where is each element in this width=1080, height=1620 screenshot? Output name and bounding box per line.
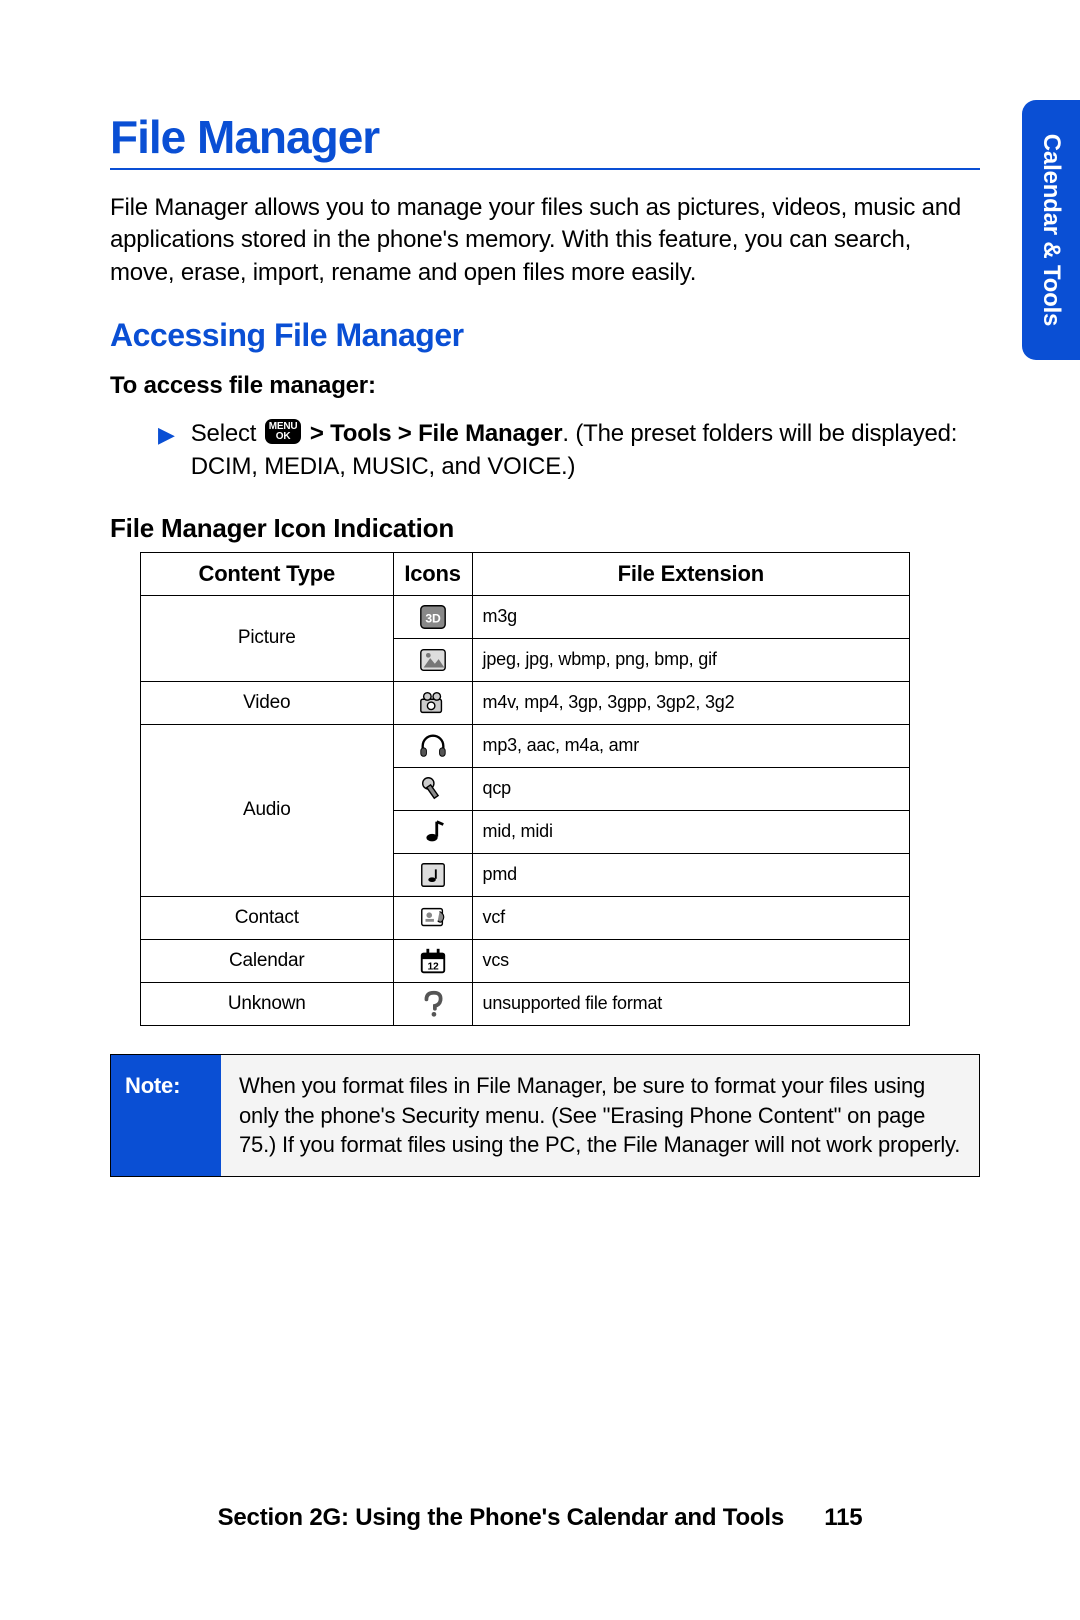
- note-box: Note: When you format files in File Mana…: [110, 1054, 980, 1177]
- table-row: Calendar vcs: [141, 939, 910, 982]
- cal-icon: [393, 939, 472, 982]
- note-icon: [393, 810, 472, 853]
- cell-file-extension: qcp: [472, 767, 909, 810]
- step-text: Select MENUOK > Tools > File Manager. (T…: [191, 418, 980, 483]
- table-row: Contact vcf: [141, 896, 910, 939]
- menu-ok-key-icon: MENUOK: [265, 419, 302, 444]
- triangle-bullet-icon: ▶: [158, 418, 175, 483]
- intro-paragraph: File Manager allows you to manage your f…: [110, 192, 980, 289]
- cell-file-extension: vcs: [472, 939, 909, 982]
- footer-section: Section 2G: Using the Phone's Calendar a…: [218, 1504, 784, 1532]
- cell-file-extension: unsupported file format: [472, 982, 909, 1025]
- section-title: Accessing File Manager: [110, 317, 980, 354]
- page-footer: Section 2G: Using the Phone's Calendar a…: [0, 1504, 1080, 1532]
- step-bold: > Tools > File Manager: [303, 420, 562, 447]
- side-tab: Calendar & Tools: [1022, 100, 1080, 360]
- headphones-icon: [393, 724, 472, 767]
- cell-content-type: Audio: [141, 724, 394, 896]
- table-row: Video m4v, mp4, 3gp, 3gpp, 3gp2, 3g2: [141, 681, 910, 724]
- table-row: Picturem3g: [141, 595, 910, 638]
- cell-content-type: Calendar: [141, 939, 394, 982]
- mic-icon: [393, 767, 472, 810]
- th-content-type: Content Type: [141, 552, 394, 595]
- cell-file-extension: vcf: [472, 896, 909, 939]
- image-icon: [393, 638, 472, 681]
- card-icon: [393, 896, 472, 939]
- table-row: Audiomp3, aac, m4a, amr: [141, 724, 910, 767]
- cell-file-extension: m4v, mp4, 3gp, 3gpp, 3gp2, 3g2: [472, 681, 909, 724]
- camera-icon: [393, 681, 472, 724]
- question-icon: [393, 982, 472, 1025]
- th-icons: Icons: [393, 552, 472, 595]
- page-number: 115: [824, 1504, 862, 1531]
- note-label: Note:: [111, 1055, 221, 1176]
- cell-content-type: Contact: [141, 896, 394, 939]
- cell-file-extension: jpeg, jpg, wbmp, png, bmp, gif: [472, 638, 909, 681]
- subheading: To access file manager:: [110, 372, 980, 400]
- cell-file-extension: m3g: [472, 595, 909, 638]
- th-file-extension: File Extension: [472, 552, 909, 595]
- title-rule: [110, 168, 980, 170]
- step-item: ▶ Select MENUOK > Tools > File Manager. …: [158, 418, 980, 483]
- cell-file-extension: mp3, aac, m4a, amr: [472, 724, 909, 767]
- cell-content-type: Picture: [141, 595, 394, 681]
- step-prefix: Select: [191, 420, 263, 447]
- chapter-title: File Manager: [110, 110, 980, 164]
- page-content: File Manager File Manager allows you to …: [110, 110, 980, 1540]
- table-header-row: Content Type Icons File Extension: [141, 552, 910, 595]
- 3d-icon: [393, 595, 472, 638]
- note-text: When you format files in File Manager, b…: [221, 1055, 979, 1176]
- table-row: Unknown unsupported file format: [141, 982, 910, 1025]
- cell-content-type: Unknown: [141, 982, 394, 1025]
- cell-content-type: Video: [141, 681, 394, 724]
- notebox-icon: [393, 853, 472, 896]
- side-tab-label: Calendar & Tools: [1037, 134, 1065, 326]
- icon-table: Content Type Icons File Extension Pictur…: [140, 552, 910, 1026]
- cell-file-extension: mid, midi: [472, 810, 909, 853]
- cell-file-extension: pmd: [472, 853, 909, 896]
- minor-heading: File Manager Icon Indication: [110, 513, 980, 544]
